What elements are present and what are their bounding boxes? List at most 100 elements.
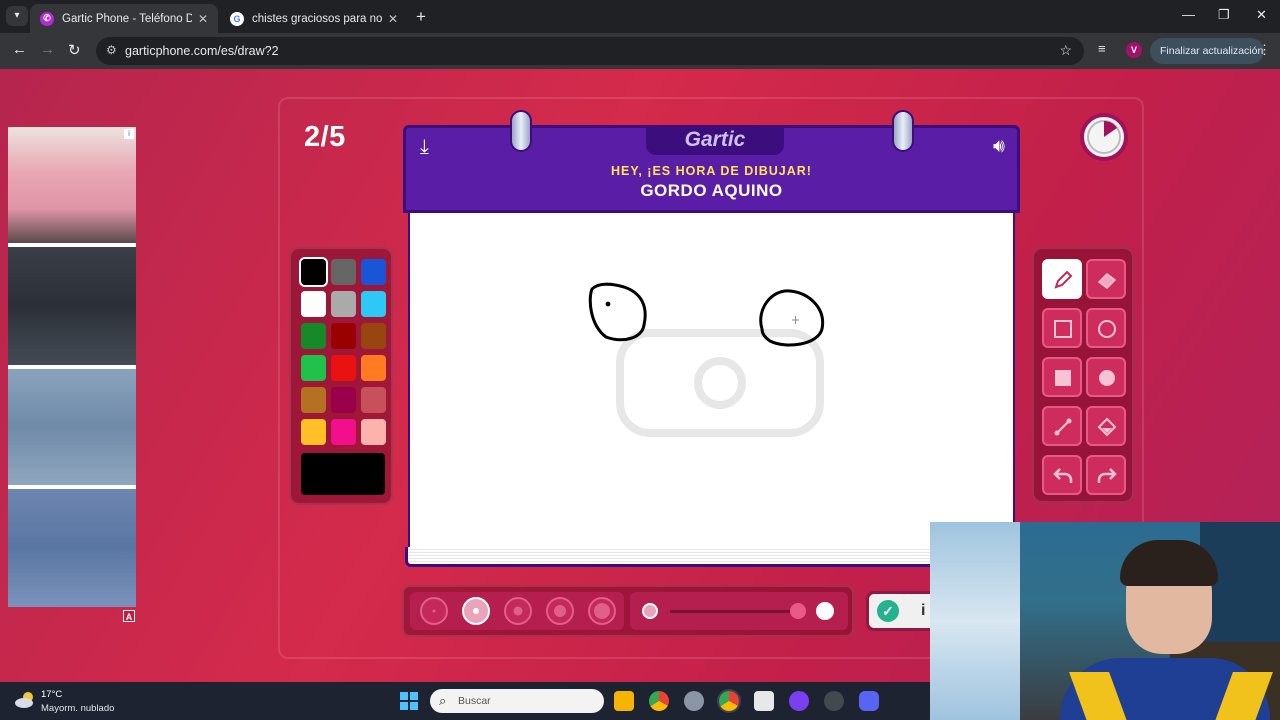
- settings-gear-icon[interactable]: [684, 691, 704, 711]
- ad-choices-badge[interactable]: A: [123, 610, 135, 622]
- color-swatch[interactable]: [301, 419, 326, 445]
- tab-google[interactable]: G chistes graciosos para no parar ✕: [220, 4, 408, 33]
- eraser-tool[interactable]: [1086, 259, 1126, 299]
- tab-title: Gartic Phone - Teléfono Descon: [62, 12, 192, 25]
- circle-outline-tool[interactable]: [1086, 308, 1126, 348]
- back-icon[interactable]: ←: [12, 41, 27, 58]
- circle-fill-icon: [1099, 370, 1115, 386]
- brush-size-3[interactable]: [504, 597, 532, 625]
- weather-condition[interactable]: Mayorm. nublado: [41, 703, 114, 714]
- circle-outline-icon: [1098, 320, 1116, 338]
- color-swatch[interactable]: [331, 355, 356, 381]
- download-icon[interactable]: ⤓: [420, 136, 429, 159]
- ad-image-blouse[interactable]: [8, 127, 136, 243]
- rect-outline-icon: [1054, 320, 1072, 338]
- chrome-profile-icon[interactable]: [719, 691, 739, 711]
- file-explorer-icon[interactable]: [614, 691, 634, 711]
- reload-icon[interactable]: ↻: [68, 41, 81, 59]
- color-swatch[interactable]: [361, 419, 386, 445]
- tab-gartic[interactable]: ✆ Gartic Phone - Teléfono Descon ✕: [30, 4, 218, 33]
- brush-size-1[interactable]: [420, 597, 448, 625]
- update-button[interactable]: Finalizar actualización: [1150, 38, 1264, 64]
- color-swatch[interactable]: [301, 355, 326, 381]
- color-swatch[interactable]: [301, 323, 326, 349]
- color-swatch[interactable]: [301, 291, 326, 317]
- rect-outline-tool[interactable]: [1042, 308, 1082, 348]
- draw-prompt-subtitle: HEY, ¡ES HORA DE DIBUJAR!: [611, 164, 812, 178]
- volume-icon[interactable]: 🔊︎: [993, 136, 1005, 158]
- brush-size-4[interactable]: [546, 597, 574, 625]
- brush-size-group: [410, 592, 624, 630]
- color-swatch[interactable]: [361, 259, 386, 285]
- ad-image-jeans-light[interactable]: [8, 369, 136, 485]
- forward-icon[interactable]: →: [40, 41, 55, 58]
- drawing-canvas[interactable]: [408, 213, 1015, 549]
- timer-icon: [1080, 113, 1128, 161]
- user-drawing: [588, 282, 825, 347]
- color-swatch[interactable]: [361, 387, 386, 413]
- ad-info-icon[interactable]: i: [124, 129, 134, 139]
- rect-fill-icon: [1055, 370, 1071, 386]
- color-swatch[interactable]: [331, 387, 356, 413]
- capcut-icon[interactable]: [754, 691, 774, 711]
- color-swatch[interactable]: [331, 291, 356, 317]
- close-tab-icon[interactable]: ✕: [388, 12, 398, 26]
- windows-taskbar: 17°C Mayorm. nublado ⌕ Buscar: [0, 682, 930, 720]
- opacity-high-icon[interactable]: [816, 602, 834, 620]
- new-tab-button[interactable]: +: [416, 7, 426, 27]
- pen-tool[interactable]: [1042, 259, 1082, 299]
- color-swatch[interactable]: [331, 323, 356, 349]
- fill-bucket-tool[interactable]: [1086, 406, 1126, 446]
- brush-size-2[interactable]: [462, 597, 490, 625]
- opacity-low-icon[interactable]: [642, 603, 658, 619]
- weather-cloud-icon[interactable]: [14, 691, 36, 709]
- restore-icon[interactable]: ❐: [1218, 7, 1230, 23]
- done-button-label: i: [921, 602, 926, 619]
- color-swatch[interactable]: [331, 259, 356, 285]
- opacity-slider-handle[interactable]: [790, 603, 806, 619]
- url-text[interactable]: garticphone.com/es/draw?2: [125, 44, 279, 58]
- address-bar[interactable]: ⚙ garticphone.com/es/draw?2 ☆: [96, 37, 1084, 65]
- tab-strip: ▾ ✆ Gartic Phone - Teléfono Descon ✕ G c…: [0, 0, 1280, 33]
- redo-button[interactable]: [1086, 455, 1126, 495]
- ad-image-jeans-dark[interactable]: [8, 247, 136, 365]
- color-swatch[interactable]: [361, 323, 386, 349]
- bookmark-star-icon[interactable]: ☆: [1059, 42, 1072, 59]
- ad-banner[interactable]: i: [8, 127, 136, 607]
- chrome-icon[interactable]: [649, 691, 669, 711]
- app-icon[interactable]: [824, 691, 844, 711]
- color-swatch[interactable]: [301, 387, 326, 413]
- profile-avatar[interactable]: V: [1126, 42, 1142, 58]
- obs-icon[interactable]: [789, 691, 809, 711]
- brush-settings-bar: [402, 585, 854, 637]
- windows-start-icon[interactable]: [400, 692, 418, 710]
- discord-icon[interactable]: [859, 691, 879, 711]
- media-controls-icon[interactable]: ≡: [1098, 41, 1106, 56]
- minimize-icon[interactable]: —: [1182, 7, 1195, 22]
- brush-size-5[interactable]: [588, 597, 616, 625]
- color-swatch[interactable]: [301, 259, 326, 285]
- color-swatch[interactable]: [331, 419, 356, 445]
- tab-search-button[interactable]: ▾: [6, 6, 28, 26]
- fill-bucket-icon: [1097, 417, 1117, 437]
- line-tool[interactable]: [1042, 406, 1082, 446]
- close-tab-icon[interactable]: ✕: [198, 12, 208, 26]
- undo-button[interactable]: [1042, 455, 1082, 495]
- site-info-icon[interactable]: ⚙: [106, 43, 117, 57]
- webcam-flag: [930, 522, 1020, 720]
- weather-temperature[interactable]: 17°C: [41, 689, 62, 700]
- tab-title: chistes graciosos para no parar: [252, 12, 382, 25]
- opacity-slider-track[interactable]: [670, 610, 798, 613]
- close-window-icon[interactable]: ✕: [1256, 7, 1267, 23]
- menu-icon[interactable]: ⋮: [1258, 42, 1271, 58]
- rect-fill-tool[interactable]: [1042, 357, 1082, 397]
- binder-ring-left: [510, 110, 532, 152]
- taskbar-search-input[interactable]: ⌕ Buscar: [430, 689, 604, 713]
- color-swatch[interactable]: [361, 291, 386, 317]
- gartic-logo: Gartic: [646, 125, 784, 155]
- circle-fill-tool[interactable]: [1086, 357, 1126, 397]
- google-favicon-icon: G: [230, 11, 244, 26]
- current-color-preview: [301, 453, 385, 495]
- ad-image-jeans-blue[interactable]: [8, 489, 136, 607]
- color-swatch[interactable]: [361, 355, 386, 381]
